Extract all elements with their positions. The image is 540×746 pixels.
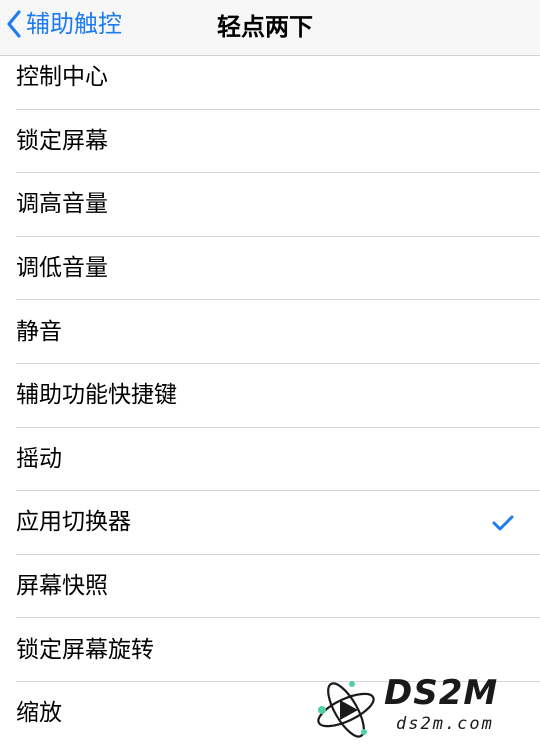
list-item-label: 应用切换器: [16, 509, 131, 536]
list-item-label: 控制中心: [16, 64, 108, 91]
list-item-label: 缩放: [16, 700, 62, 727]
watermark: DS2M ds2m.com: [312, 676, 532, 740]
list-item-label: 锁定屏幕旋转: [16, 636, 154, 663]
list-item-label: 摇动: [16, 445, 62, 472]
list-item-label: 锁定屏幕: [16, 127, 108, 154]
list-item[interactable]: 应用切换器: [0, 491, 540, 555]
list-item-label: 屏幕快照: [16, 573, 108, 600]
list-item[interactable]: 摇动: [0, 428, 540, 492]
watermark-title: DS2M: [384, 673, 499, 713]
watermark-subtitle: ds2m.com: [396, 714, 494, 734]
checkmark-icon: [492, 515, 514, 531]
list-item[interactable]: 辅助功能快捷键: [0, 364, 540, 428]
list-item[interactable]: 控制中心: [0, 46, 540, 110]
back-button[interactable]: 辅助触控: [6, 0, 122, 48]
action-list: 控制中心锁定屏幕调高音量调低音量静音辅助功能快捷键 摇动应用切换器屏幕快照锁定屏幕…: [0, 46, 540, 746]
list-item[interactable]: 调高音量: [0, 173, 540, 237]
list-item-label: 调高音量: [16, 191, 108, 218]
chevron-left-icon: [7, 10, 21, 38]
back-button-label: 辅助触控: [26, 10, 122, 38]
list-item-label: 调低音量: [16, 255, 108, 282]
list-item[interactable]: 屏幕快照: [0, 555, 540, 619]
atom-logo-icon: [317, 681, 375, 738]
list-item-label: 辅助功能快捷键: [16, 382, 177, 409]
list-item[interactable]: 静音: [0, 300, 540, 364]
list-item[interactable]: 锁定屏幕: [0, 110, 540, 174]
list-item-label: 静音: [16, 318, 62, 345]
list-item[interactable]: 调低音量: [0, 237, 540, 301]
